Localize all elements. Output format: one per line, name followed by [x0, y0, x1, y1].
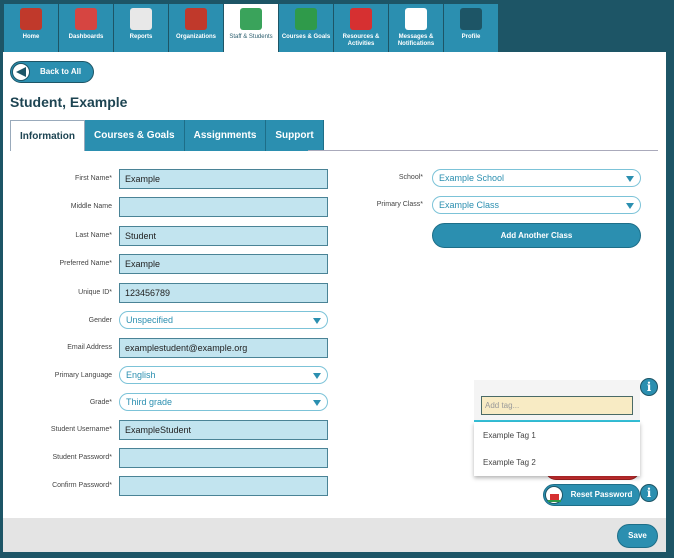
- student-password-label: Student Password*: [52, 454, 112, 461]
- first-name-input[interactable]: Example: [119, 169, 328, 189]
- profile-icon: [460, 8, 482, 30]
- confirm-password-label: Confirm Password*: [52, 482, 112, 489]
- unique-id-input[interactable]: 123456789: [119, 283, 328, 303]
- back-label: Back to All: [40, 67, 82, 76]
- school-select[interactable]: Example School: [432, 169, 641, 187]
- nav-profile[interactable]: Profile: [444, 4, 498, 52]
- nav-label: Dashboards: [68, 34, 104, 40]
- school-building-icon: [185, 8, 207, 30]
- gauge-icon: [75, 8, 97, 30]
- gender-label: Gender: [88, 317, 112, 324]
- tab-divider: [308, 150, 658, 151]
- puzzle-icon: [350, 8, 372, 30]
- nav-messages-notifications[interactable]: Messages & Notifications: [389, 4, 443, 52]
- nav-resources-activities[interactable]: Resources & Activities: [334, 4, 388, 52]
- nav-label: Profile: [461, 34, 481, 40]
- save-button[interactable]: Save: [617, 524, 658, 548]
- preferred-name-input[interactable]: Example: [119, 254, 328, 274]
- chalkboard-icon: [295, 8, 317, 30]
- primary-class-label: Primary Class*: [376, 201, 423, 208]
- reset-password-label: Reset Password: [570, 490, 633, 499]
- student-username-label: Student Username*: [50, 426, 112, 433]
- tag-popup: Add tag...: [474, 380, 640, 422]
- nav-label: Messages & Notifications: [397, 34, 435, 47]
- school-label: School*: [398, 174, 423, 181]
- student-password-input[interactable]: [119, 448, 328, 468]
- lock-icon: [545, 486, 563, 504]
- nav-label: Home: [22, 34, 40, 40]
- email-address-input[interactable]: examplestudent@example.org: [119, 338, 328, 358]
- tab-information[interactable]: Information: [10, 120, 85, 151]
- footer-bar: [3, 518, 666, 552]
- confirm-password-input[interactable]: [119, 476, 328, 496]
- nav-organizations[interactable]: Organizations: [169, 4, 223, 52]
- back-arrow-icon: [12, 63, 30, 81]
- first-name-label: First Name*: [75, 175, 112, 182]
- tag-option[interactable]: Example Tag 1: [474, 422, 640, 449]
- nav-reports[interactable]: Reports: [114, 4, 168, 52]
- house-icon: [20, 8, 42, 30]
- nav-label: Staff & Students: [229, 34, 273, 40]
- last-name-label: Last Name*: [75, 232, 112, 239]
- preferred-name-label: Preferred Name*: [59, 260, 112, 267]
- primary-language-select[interactable]: English: [119, 366, 328, 384]
- people-icon: [240, 8, 262, 30]
- middle-name-input[interactable]: [119, 197, 328, 217]
- last-name-input[interactable]: Student: [119, 226, 328, 246]
- gender-select[interactable]: Unspecified: [119, 311, 328, 329]
- add-another-class-button[interactable]: Add Another Class: [432, 223, 641, 248]
- nav-courses-goals[interactable]: Courses & Goals: [279, 4, 333, 52]
- back-to-all-button[interactable]: Back to All: [10, 61, 94, 83]
- email-address-label: Email Address: [67, 344, 112, 351]
- nav-staff-students[interactable]: Staff & Students: [224, 4, 278, 52]
- nav-label: Courses & Goals: [281, 34, 331, 40]
- page-title: Student, Example: [10, 94, 128, 110]
- grade-label: Grade*: [89, 399, 112, 406]
- nav-label: Resources & Activities: [342, 34, 380, 47]
- student-username-input[interactable]: ExampleStudent: [119, 420, 328, 440]
- tag-dropdown: Example Tag 1 Example Tag 2: [474, 422, 640, 476]
- primary-language-label: Primary Language: [54, 372, 112, 379]
- tab-assignments[interactable]: Assignments: [184, 120, 267, 151]
- unique-id-label: Unique ID*: [78, 289, 112, 296]
- main-nav: Home Dashboards Reports Organizations Staff …: [4, 4, 499, 52]
- nav-label: Reports: [129, 34, 153, 40]
- report-icon: [130, 8, 152, 30]
- tag-option[interactable]: Example Tag 2: [474, 449, 640, 476]
- tags-info-icon[interactable]: i: [640, 378, 658, 396]
- tab-support[interactable]: Support: [266, 120, 324, 151]
- reset-password-info-icon[interactable]: i: [640, 484, 658, 502]
- envelope-icon: [405, 8, 427, 30]
- nav-label: Organizations: [175, 34, 216, 40]
- add-tag-input[interactable]: Add tag...: [481, 396, 633, 415]
- grade-select[interactable]: Third grade: [119, 393, 328, 411]
- reset-password-button[interactable]: Reset Password: [543, 484, 640, 506]
- tab-bar: Information Courses & Goals Assignments …: [10, 120, 324, 151]
- tab-courses-goals[interactable]: Courses & Goals: [85, 120, 185, 151]
- middle-name-label: Middle Name: [70, 203, 112, 210]
- nav-home[interactable]: Home: [4, 4, 58, 52]
- nav-dashboards[interactable]: Dashboards: [59, 4, 113, 52]
- primary-class-select[interactable]: Example Class: [432, 196, 641, 214]
